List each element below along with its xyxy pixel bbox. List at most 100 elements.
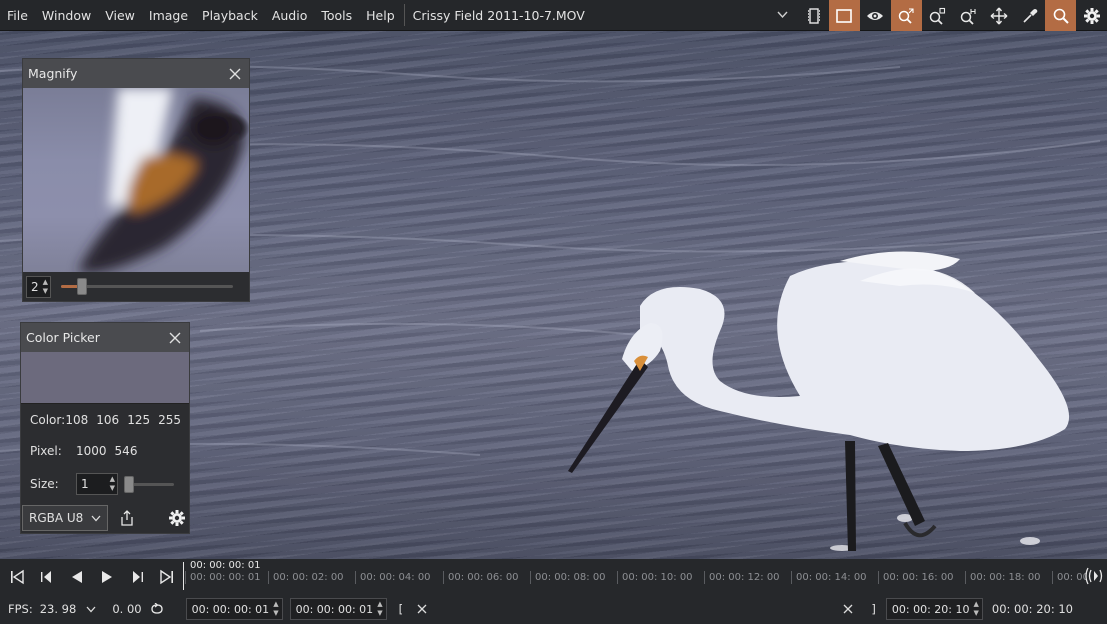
chevron-down-icon[interactable] xyxy=(771,9,795,22)
chevron-down-icon xyxy=(86,606,96,612)
stepper-arrows-icon[interactable]: ▲ ▼ xyxy=(110,475,117,493)
color-red-value: 108 xyxy=(65,412,89,427)
timeline-tick: 00: 00: 16: 00 xyxy=(878,571,954,584)
color-label: Color: xyxy=(30,412,66,427)
menu-file[interactable]: File xyxy=(0,0,35,31)
color-swatch xyxy=(21,352,189,404)
timeline-bar: 00: 00: 00: 01 00: 00: 00: 01 00: 00: 02… xyxy=(0,559,1107,594)
timeline-tick: 00: 00: 14: 00 xyxy=(791,571,867,584)
pixel-y-value: 546 xyxy=(114,443,138,458)
audio-waves-icon xyxy=(1085,567,1103,585)
size-row: Size: 1 ▲ ▼ xyxy=(21,466,189,502)
fps-value[interactable]: 23. 98 xyxy=(40,602,77,616)
go-to-end-button[interactable] xyxy=(152,562,182,592)
magnify-title: Magnify xyxy=(28,66,78,81)
go-to-start-button[interactable] xyxy=(2,562,32,592)
magnify-zoom-value: 2 xyxy=(31,279,39,294)
export-button[interactable] xyxy=(117,508,137,528)
frame-rectangle-button[interactable] xyxy=(828,0,860,31)
menu-view[interactable]: View xyxy=(98,0,142,31)
magnify-panel: Magnify 2 ▲ ▼ xyxy=(22,58,250,302)
zoom-fit-button[interactable] xyxy=(890,0,922,31)
pan-move-button[interactable] xyxy=(983,0,1014,31)
menu-audio[interactable]: Audio xyxy=(265,0,315,31)
timeline-tick: 00: 00: 00: 01 xyxy=(185,571,261,584)
out-point-field[interactable]: 00: 00: 20: 10 ▲ ▼ xyxy=(885,598,983,620)
skip-to-start-icon xyxy=(11,569,24,584)
status-bar: FPS: 23. 98 0. 00 00: 00: 00: 01 ▲ ▼ 00: … xyxy=(0,594,1107,624)
color-picker-title-bar[interactable]: Color Picker xyxy=(21,323,189,352)
timeline-tick: 00: 00: 18: 00 xyxy=(965,571,1041,584)
magnify-zoom-stepper[interactable]: 2 ▲ ▼ xyxy=(26,275,52,298)
out-point-value: 00: 00: 20: 10 xyxy=(891,602,970,616)
pixel-format-select[interactable]: RGBA U8 xyxy=(22,505,108,531)
magnify-title-bar[interactable]: Magnify xyxy=(23,59,249,88)
clear-in-point-button[interactable] xyxy=(417,604,427,614)
playhead[interactable] xyxy=(183,562,184,590)
filmstrip-button[interactable] xyxy=(798,0,829,31)
current-frame-value: 00: 00: 00: 01 xyxy=(295,602,374,616)
menu-window[interactable]: Window xyxy=(35,0,98,31)
timeline-tick: 00: 00: 02: 00 xyxy=(268,571,344,584)
timeline-tick: 00: 00: 06: 00 xyxy=(443,571,519,584)
eye-icon xyxy=(867,11,884,20)
color-picker-close-button[interactable] xyxy=(167,330,183,346)
zoom-window-button[interactable] xyxy=(922,0,953,31)
magnify-zoom-slider[interactable] xyxy=(61,278,234,295)
settings-button[interactable] xyxy=(1076,0,1107,31)
size-slider[interactable] xyxy=(124,475,174,493)
menu-divider xyxy=(403,4,405,26)
current-frame-field[interactable]: 00: 00: 00: 01 ▲ ▼ xyxy=(289,598,387,620)
zoom-height-button[interactable] xyxy=(953,0,984,31)
timeline-ruler[interactable]: 00: 00: 00: 01 00: 00: 00: 01 00: 00: 02… xyxy=(183,559,1087,594)
menu-image[interactable]: Image xyxy=(142,0,195,31)
menu-tools[interactable]: Tools xyxy=(314,0,359,31)
share-export-icon xyxy=(121,510,133,526)
color-blue-value: 125 xyxy=(127,412,151,427)
color-picker-title: Color Picker xyxy=(26,330,100,345)
pixel-x-value: 1000 xyxy=(76,443,107,458)
eye-button[interactable] xyxy=(860,0,891,31)
step-forward-button[interactable] xyxy=(122,562,152,592)
stepper-arrows-icon[interactable]: ▲ ▼ xyxy=(373,600,385,618)
play-forward-button[interactable] xyxy=(92,562,122,592)
eyedropper-button[interactable] xyxy=(1014,0,1045,31)
stepper-arrows-icon[interactable]: ▲ ▼ xyxy=(43,278,50,296)
magnify-button[interactable] xyxy=(1045,0,1077,31)
color-alpha-value: 255 xyxy=(158,412,181,427)
file-title[interactable]: Crissy Field 2011-10-7.MOV xyxy=(409,8,771,23)
play-icon xyxy=(102,570,112,583)
color-picker-settings-button[interactable] xyxy=(167,508,187,528)
close-icon xyxy=(843,604,853,614)
step-back-button[interactable] xyxy=(32,562,62,592)
pixel-values-row: Pixel: 1000 546 xyxy=(21,435,189,466)
set-in-point-button[interactable]: [ xyxy=(399,602,404,616)
menu-help[interactable]: Help xyxy=(359,0,402,31)
menu-playback[interactable]: Playback xyxy=(195,0,265,31)
in-point-field[interactable]: 00: 00: 00: 01 ▲ ▼ xyxy=(185,598,283,620)
timeline-tick: 00: 00: 12: 00 xyxy=(704,571,780,584)
magnify-close-button[interactable] xyxy=(227,66,243,82)
set-out-point-button[interactable]: ] xyxy=(871,602,876,616)
gear-icon xyxy=(1083,7,1100,24)
play-backward-button[interactable] xyxy=(62,562,92,592)
magnified-view xyxy=(23,88,249,272)
audio-button[interactable] xyxy=(1085,566,1105,586)
in-point-value: 00: 00: 00: 01 xyxy=(191,602,270,616)
menu-bar: File Window View Image Playback Audio To… xyxy=(0,0,1107,31)
chevron-down-icon xyxy=(91,515,101,521)
pixel-format-value: RGBA U8 xyxy=(29,511,84,525)
size-slider-handle[interactable] xyxy=(124,475,134,493)
pan-move-icon xyxy=(990,7,1008,24)
fps-dropdown-button[interactable] xyxy=(86,606,96,613)
size-stepper[interactable]: 1 ▲ ▼ xyxy=(76,473,118,495)
duration-value: 00: 00: 20: 10 xyxy=(991,602,1073,616)
loop-button[interactable] xyxy=(150,603,164,615)
clear-out-point-button[interactable] xyxy=(843,604,853,614)
stepper-arrows-icon[interactable]: ▲ ▼ xyxy=(269,600,281,618)
close-icon xyxy=(417,604,427,614)
magnify-zoom-handle[interactable] xyxy=(76,278,87,295)
stepper-arrows-icon[interactable]: ▲ ▼ xyxy=(969,600,981,618)
view-toolbar xyxy=(798,0,1107,31)
speed-value[interactable]: 0. 00 xyxy=(112,602,141,616)
